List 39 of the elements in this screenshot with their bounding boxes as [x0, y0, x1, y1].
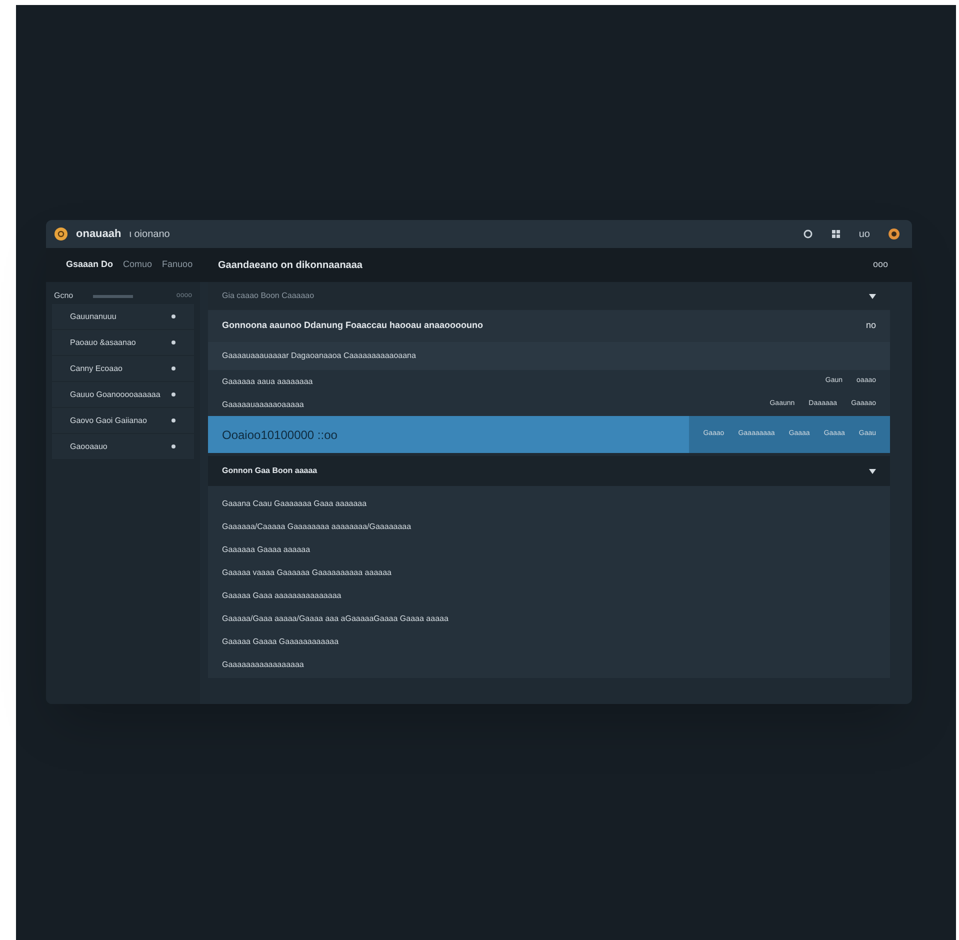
- toolbar-button[interactable]: uo: [858, 226, 870, 242]
- sidebar-item[interactable]: Gauunanuuu: [52, 304, 194, 329]
- app-subtitle: ι oionano: [129, 228, 170, 242]
- list-item: Gaaaaa Gaaa aaaaaaaaaaaaaaa: [221, 590, 342, 602]
- sidebar-item[interactable]: Gaovo Gaoi Gaiianao: [52, 408, 194, 433]
- list-item: Gaaaaaa/Caaaaa Gaaaaaaaa aaaaaaaa/Gaaaaaaaa: [221, 520, 412, 532]
- list-item: Gaaaaa Gaaaa Gaaaaaaaaaaaa: [221, 636, 340, 648]
- dot-icon: [171, 444, 176, 449]
- dot-icon: [171, 418, 176, 423]
- app-name: onauaah: [76, 226, 122, 242]
- tab[interactable]: Comuo: [123, 258, 152, 272]
- grid-icon[interactable]: [830, 229, 841, 239]
- circle-icon[interactable]: [802, 229, 813, 239]
- tab[interactable]: Gsaaan Do: [66, 258, 114, 272]
- caret-icon: [869, 468, 876, 474]
- dot-icon: [171, 340, 176, 345]
- list-item: Gaaaaaa Gaaaa aaaaaa: [221, 544, 312, 556]
- tab[interactable]: Fanuoo: [162, 258, 193, 272]
- dot-icon: [171, 392, 176, 397]
- sidebar-item[interactable]: Paoauo &asaanao: [52, 330, 194, 355]
- sidebar-item[interactable]: Gaooaauo: [52, 434, 194, 459]
- row-value: no: [866, 319, 876, 332]
- caret-icon: [869, 294, 876, 298]
- sidebar-heading: Gcno: [54, 290, 74, 302]
- more-button[interactable]: ooo: [872, 258, 912, 272]
- list-item: Gaaaaaaaaaaaaaaaaa: [221, 658, 305, 670]
- list-row[interactable]: Gaaaauaaauaaaar Dagaoanaaoa Caaaaaaaaaaoaana: [208, 342, 890, 370]
- list-item: Gaaana Caau Gaaaaaaa Gaaa aaaaaaa: [221, 498, 368, 510]
- sidebar-item[interactable]: Canny Ecoaao: [52, 356, 194, 381]
- record-icon[interactable]: [888, 228, 900, 240]
- dot-icon: [171, 314, 176, 319]
- list-row[interactable]: Gonnoona aaunoo Ddanung Foaaccau haooau anaaoooouno no: [208, 310, 890, 342]
- dot-icon: [171, 366, 176, 371]
- sidebar-item[interactable]: Gauuo Goanooooaaaaaa: [52, 382, 194, 407]
- page-title: Gaandaeano on dikonnaanaaa: [217, 258, 362, 272]
- list-item: Gaaaaa vaaaa Gaaaaaa Gaaaaaaaaaa aaaaaa: [221, 566, 392, 578]
- list-item: Gaaaaa/Gaaa aaaaa/Gaaaa aaa aGaaaaaGaaaa Gaaaa aaaaa: [221, 612, 450, 624]
- section-header[interactable]: Gonnon Gaa Boon aaaaa: [208, 456, 890, 486]
- logo-icon: [54, 227, 68, 241]
